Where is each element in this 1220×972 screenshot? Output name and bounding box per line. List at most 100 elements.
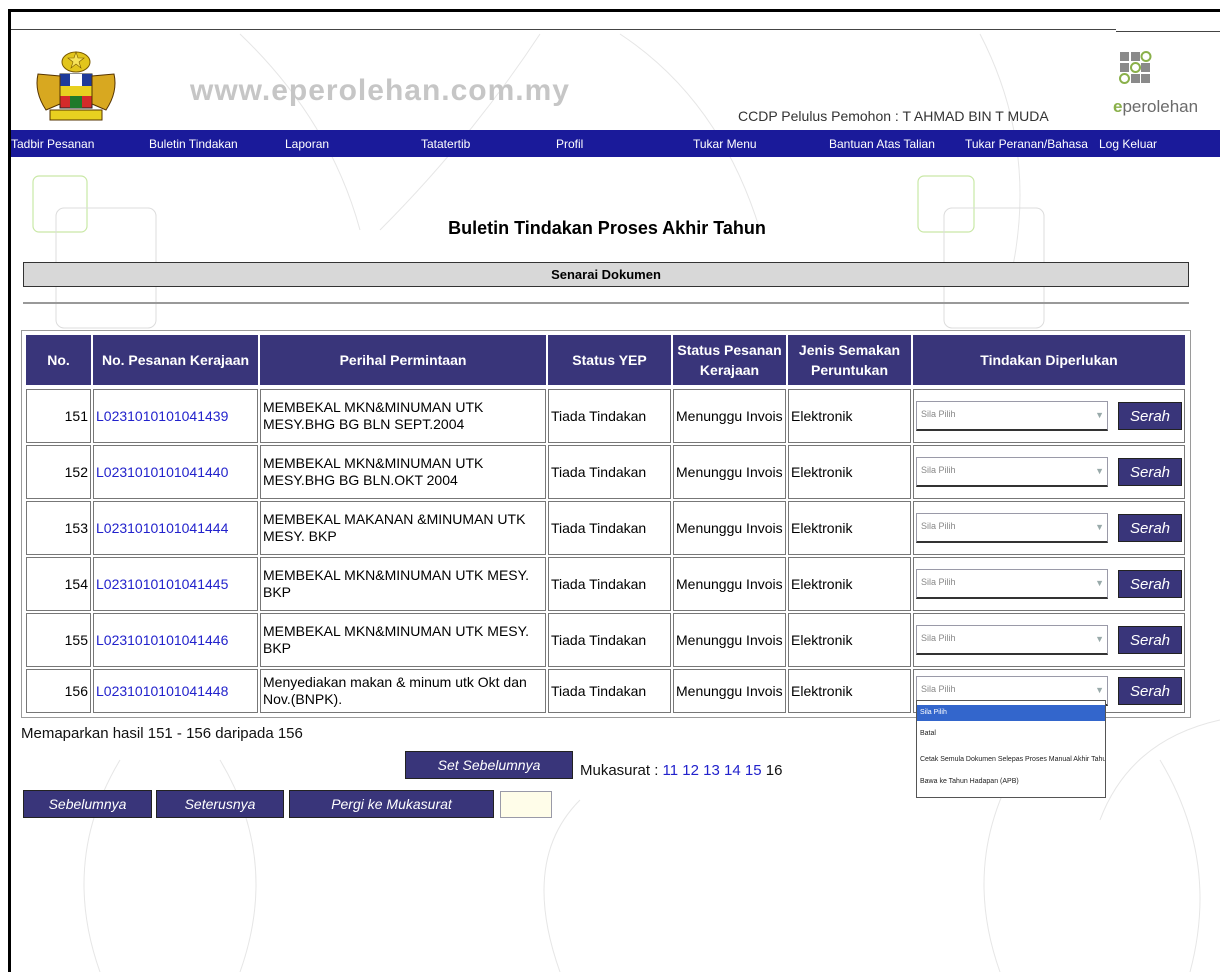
cell-perihal: Menyediakan makan & minum utk Okt dan No… — [260, 669, 546, 713]
nav-laporan[interactable]: Laporan — [285, 130, 329, 157]
header-rule-right — [1116, 31, 1220, 32]
page-link[interactable]: 15 — [745, 762, 762, 779]
order-number-link[interactable]: L0231010101041448 — [93, 669, 258, 713]
pergi-ke-mukasurat-button[interactable]: Pergi ke Mukasurat — [289, 790, 494, 818]
col-header-tindakan: Tindakan Diperlukan — [913, 335, 1185, 385]
action-select[interactable]: Sila Pilih ▼ — [916, 457, 1108, 487]
result-summary: Memaparkan hasil 151 - 156 daripada 156 — [21, 725, 303, 742]
cell-status-pesanan: Menunggu Invois — [673, 557, 786, 611]
cell-no: 156 — [26, 669, 91, 713]
dropdown-option[interactable]: Bawa ke Tahun Hadapan (APB) — [917, 775, 1105, 789]
cell-no: 154 — [26, 557, 91, 611]
col-header-jenis: Jenis Semakan Peruntukan — [788, 335, 911, 385]
cell-status-pesanan: Menunggu Invois — [673, 613, 786, 667]
order-number-link[interactable]: L0231010101041444 — [93, 501, 258, 555]
action-select[interactable]: Sila Pilih ▼ — [916, 625, 1108, 655]
sebelumnya-button[interactable]: Sebelumnya — [23, 790, 152, 818]
dropdown-option[interactable]: Sila Pilih — [917, 705, 1105, 721]
serah-button[interactable]: Serah — [1118, 514, 1182, 542]
serah-button[interactable]: Serah — [1118, 677, 1182, 705]
action-select-value: Sila Pilih — [921, 465, 956, 475]
serah-button[interactable]: Serah — [1118, 570, 1182, 598]
cell-perihal: MEMBEKAL MKN&MINUMAN UTK MESY.BHG BG BLN… — [260, 389, 546, 443]
cell-status-pesanan: Menunggu Invois — [673, 445, 786, 499]
nav-tadbir-pesanan[interactable]: Tadbir Pesanan — [11, 130, 94, 157]
page-link[interactable]: 13 — [703, 762, 720, 779]
nav-buletin-tindakan[interactable]: Buletin Tindakan — [149, 130, 238, 157]
chevron-down-icon: ▼ — [1095, 685, 1104, 695]
nav-profil[interactable]: Profil — [556, 130, 583, 157]
cell-jenis: Elektronik — [788, 557, 911, 611]
chevron-down-icon: ▼ — [1095, 578, 1104, 588]
page-title: Buletin Tindakan Proses Akhir Tahun — [448, 218, 766, 238]
nav-tukar-menu[interactable]: Tukar Menu — [693, 130, 757, 157]
cell-perihal: MEMBEKAL MKN&MINUMAN UTK MESY. BKP — [260, 557, 546, 611]
col-header-perihal: Perihal Permintaan — [260, 335, 546, 385]
order-number-link[interactable]: L0231010101041446 — [93, 613, 258, 667]
cell-status-yep: Tiada Tindakan — [548, 557, 671, 611]
cell-jenis: Elektronik — [788, 501, 911, 555]
cell-status-pesanan: Menunggu Invois — [673, 501, 786, 555]
nav-tatatertib[interactable]: Tatatertib — [421, 130, 470, 157]
set-sebelumnya-button[interactable]: Set Sebelumnya — [405, 751, 573, 779]
cell-status-yep: Tiada Tindakan — [548, 669, 671, 713]
cell-jenis: Elektronik — [788, 613, 911, 667]
dropdown-option[interactable]: Batal — [917, 727, 1105, 741]
action-select-value: Sila Pilih — [921, 409, 956, 419]
cell-action: Sila Pilih ▼ Serah — [913, 389, 1185, 443]
cell-action: Sila Pilih ▼ Serah — [913, 501, 1185, 555]
cell-perihal: MEMBEKAL MAKANAN &MINUMAN UTK MESY. BKP — [260, 501, 546, 555]
cell-jenis: Elektronik — [788, 445, 911, 499]
page-frame-top — [8, 9, 1220, 12]
malaysia-crest-logo — [36, 51, 116, 121]
cell-jenis: Elektronik — [788, 389, 911, 443]
cell-status-pesanan: Menunggu Invois — [673, 389, 786, 443]
page-link[interactable]: 11 — [663, 762, 679, 779]
section-header: Senarai Dokumen — [23, 262, 1189, 287]
action-select[interactable]: Sila Pilih ▼ — [916, 401, 1108, 431]
page-link[interactable]: 12 — [682, 762, 699, 779]
serah-button[interactable]: Serah — [1118, 626, 1182, 654]
pagination-label: Mukasurat : — [580, 762, 659, 779]
cell-status-yep: Tiada Tindakan — [548, 613, 671, 667]
site-url: www.eperolehan.com.my — [190, 74, 570, 107]
cell-no: 153 — [26, 501, 91, 555]
chevron-down-icon: ▼ — [1095, 466, 1104, 476]
action-select[interactable]: Sila Pilih ▼ — [916, 569, 1108, 599]
action-select-value: Sila Pilih — [921, 684, 956, 694]
chevron-down-icon: ▼ — [1095, 522, 1104, 532]
cell-action: Sila Pilih ▼ Serah — [913, 445, 1185, 499]
order-number-link[interactable]: L0231010101041445 — [93, 557, 258, 611]
main-nav-bar: Tadbir Pesanan Buletin Tindakan Laporan … — [11, 130, 1220, 157]
cell-action: Sila Pilih ▼ Serah — [913, 557, 1185, 611]
section-divider — [23, 302, 1189, 304]
nav-tukar-peranan-bahasa[interactable]: Tukar Peranan/Bahasa — [965, 130, 1088, 157]
nav-log-keluar[interactable]: Log Keluar — [1099, 130, 1157, 157]
nav-bantuan-atas-talian[interactable]: Bantuan Atas Talian — [829, 130, 935, 157]
cell-status-yep: Tiada Tindakan — [548, 389, 671, 443]
action-select-value: Sila Pilih — [921, 633, 956, 643]
action-select[interactable]: Sila Pilih ▼ — [916, 513, 1108, 543]
cell-perihal: MEMBEKAL MKN&MINUMAN UTK MESY.BHG BG BLN… — [260, 445, 546, 499]
cell-jenis: Elektronik — [788, 669, 911, 713]
order-number-link[interactable]: L0231010101041439 — [93, 389, 258, 443]
dropdown-option[interactable]: Cetak Semula Dokumen Selepas Proses Manu… — [917, 753, 1105, 767]
brand-rest: perolehan — [1122, 97, 1199, 116]
page-number-input[interactable] — [500, 791, 552, 818]
serah-button[interactable]: Serah — [1118, 458, 1182, 486]
document-table: No. No. Pesanan Kerajaan Perihal Permint… — [21, 330, 1191, 718]
action-dropdown-list: Sila Pilih Batal Cetak Semula Dokumen Se… — [916, 700, 1106, 798]
col-header-no: No. — [26, 335, 91, 385]
cell-perihal: MEMBEKAL MKN&MINUMAN UTK MESY. BKP — [260, 613, 546, 667]
chevron-down-icon: ▼ — [1095, 410, 1104, 420]
chevron-down-icon: ▼ — [1095, 634, 1104, 644]
page-link[interactable]: 14 — [724, 762, 741, 779]
cell-no: 152 — [26, 445, 91, 499]
user-info: CCDP Pelulus Pemohon : T AHMAD BIN T MUD… — [738, 108, 1049, 124]
serah-button[interactable]: Serah — [1118, 402, 1182, 430]
seterusnya-button[interactable]: Seterusnya — [156, 790, 284, 818]
order-number-link[interactable]: L0231010101041440 — [93, 445, 258, 499]
header-rule — [11, 29, 1116, 30]
col-header-status-pesanan: Status Pesanan Kerajaan — [673, 335, 786, 385]
brand-name: eperolehan — [1113, 97, 1198, 117]
